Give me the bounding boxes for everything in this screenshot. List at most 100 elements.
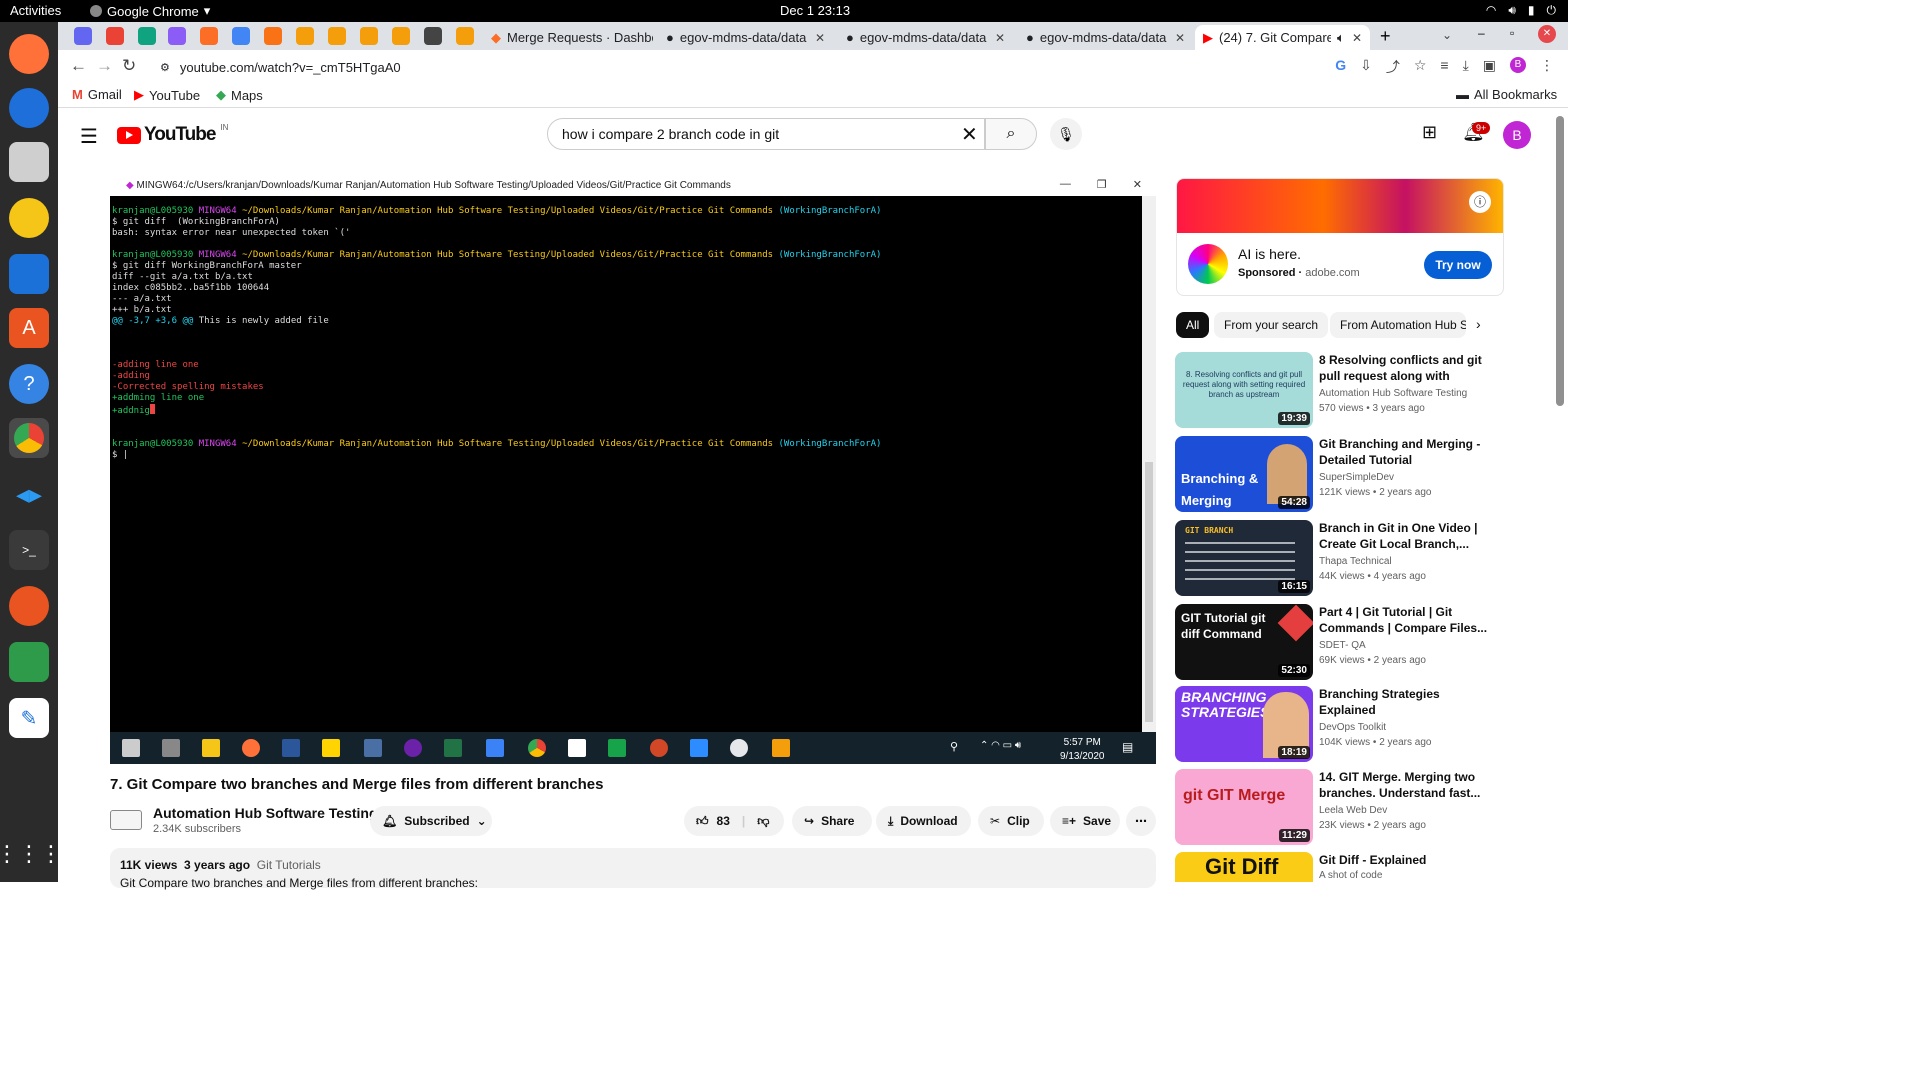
- recommendation-channel[interactable]: Leela Web Dev: [1319, 805, 1387, 816]
- download-button[interactable]: ⤓ Download: [876, 806, 971, 836]
- thunderbird-icon[interactable]: [9, 88, 49, 128]
- bookmark-youtube[interactable]: ▶ YouTube: [134, 87, 200, 103]
- downloads-icon[interactable]: ⤓: [1463, 57, 1469, 77]
- tab-search-icon[interactable]: ⌄: [1442, 28, 1452, 42]
- calc-icon[interactable]: [9, 642, 49, 682]
- app-grid-icon[interactable]: ⋮⋮⋮: [0, 834, 62, 874]
- chevron-right-icon[interactable]: ›: [1476, 316, 1481, 332]
- bookmark-star-icon[interactable]: ☆: [1414, 57, 1427, 77]
- speaker-icon[interactable]: 🔈︎: [1337, 30, 1345, 46]
- dislike-button[interactable]: 👎︎: [757, 814, 769, 829]
- close-icon[interactable]: ✕: [1175, 31, 1185, 45]
- create-icon[interactable]: ⊞: [1422, 122, 1437, 143]
- back-icon[interactable]: ←: [70, 56, 87, 76]
- chrome-dock-icon[interactable]: [9, 418, 49, 458]
- description-box[interactable]: 11K views 3 years ago Git Tutorials Git …: [110, 848, 1156, 890]
- video-player[interactable]: ◆ MINGW64:/c/Users/kranjan/Downloads/Kum…: [110, 176, 1156, 764]
- recommendation-item[interactable]: Git Diff Git Diff - Explained A shot of …: [1175, 852, 1505, 882]
- grid-tab-icon[interactable]: [296, 27, 314, 45]
- forward-icon[interactable]: →: [96, 56, 113, 76]
- recommendation-channel[interactable]: Thapa Technical: [1319, 556, 1392, 567]
- help-icon[interactable]: ?: [9, 364, 49, 404]
- new-tab-button[interactable]: +: [1380, 26, 1391, 47]
- grid-tab-icon[interactable]: [360, 27, 378, 45]
- gmail-tab-icon[interactable]: [106, 27, 124, 45]
- recommendation-item[interactable]: BRANCHING STRATEGIES 18:19 Branching Str…: [1175, 686, 1505, 762]
- grid-tab-icon[interactable]: [456, 27, 474, 45]
- profile-avatar[interactable]: B: [1510, 57, 1526, 73]
- share-button[interactable]: ↪ Share: [792, 806, 872, 836]
- more-actions-button[interactable]: ⋯: [1126, 806, 1156, 836]
- recommendation-item[interactable]: git GIT Merge 11:29 14. GIT Merge. Mergi…: [1175, 769, 1505, 845]
- search-input[interactable]: how i compare 2 branch code in git: [547, 118, 985, 150]
- reload-icon[interactable]: ↻: [122, 56, 136, 76]
- info-icon[interactable]: ⓘ: [1469, 191, 1491, 213]
- close-window-icon[interactable]: ✕: [1538, 25, 1556, 43]
- recommendation-title[interactable]: 14. GIT Merge. Merging two branches. Und…: [1319, 769, 1499, 801]
- video-thumbnail[interactable]: Git Diff: [1175, 852, 1313, 882]
- menu-icon[interactable]: ☰: [80, 124, 98, 149]
- channel-name[interactable]: Automation Hub Software Testing: [153, 805, 378, 821]
- like-button[interactable]: 👍︎ 83: [696, 814, 730, 829]
- clear-search-icon[interactable]: ✕: [961, 122, 978, 147]
- account-avatar[interactable]: B: [1503, 121, 1531, 149]
- tab-egov-1[interactable]: ● egov-mdms-data/data ✕: [658, 25, 833, 50]
- pinned-tab-icon[interactable]: [74, 27, 92, 45]
- vscode-icon[interactable]: ◂▸: [9, 474, 49, 514]
- grid-tab-icon[interactable]: [328, 27, 346, 45]
- recommendation-title[interactable]: Part 4 | Git Tutorial | Git Commands | C…: [1319, 604, 1499, 636]
- tab-youtube-active[interactable]: ▶ (24) 7. Git Compare two branches 🔈︎ ✕: [1195, 25, 1370, 50]
- software-center-icon[interactable]: A: [9, 308, 49, 348]
- site-info-icon[interactable]: ⚙: [160, 61, 170, 74]
- recommendation-title[interactable]: 8 Resolving conflicts and git pull reque…: [1319, 352, 1499, 384]
- video-thumbnail[interactable]: BRANCHING STRATEGIES 18:19: [1175, 686, 1313, 762]
- restore-icon[interactable]: ▫: [1510, 26, 1514, 40]
- tab-merge-requests[interactable]: ◆ Merge Requests · Dashboard ✕: [483, 25, 653, 50]
- orange-tab-icon[interactable]: [264, 27, 282, 45]
- recommendation-item[interactable]: Branching & Merging 54:28 Git Branching …: [1175, 436, 1505, 512]
- rhythmbox-icon[interactable]: [9, 198, 49, 238]
- recommendation-channel[interactable]: DevOps Toolkit: [1319, 722, 1386, 733]
- youtube-logo[interactable]: YouTube IN: [117, 123, 228, 146]
- install-icon[interactable]: ⇩: [1360, 57, 1372, 77]
- chatgpt-tab-icon[interactable]: [138, 27, 156, 45]
- pen-tool-icon[interactable]: [9, 586, 49, 626]
- page-scrollbar[interactable]: [1556, 116, 1564, 406]
- gitlab-tab-icon[interactable]: [200, 27, 218, 45]
- chip-from-channel[interactable]: From Automation Hub Software Testing: [1330, 312, 1466, 338]
- recommendation-item[interactable]: 8. Resolving conflicts and git pull requ…: [1175, 352, 1505, 428]
- address-bar[interactable]: ⚙ youtube.com/watch?v=_cmT5HTgaA0: [148, 54, 1458, 80]
- terminal-icon[interactable]: >_: [9, 530, 49, 570]
- recommendation-channel[interactable]: A shot of code: [1319, 870, 1382, 881]
- close-icon[interactable]: ✕: [1352, 31, 1362, 45]
- writer-icon[interactable]: [9, 254, 49, 294]
- system-tray[interactable]: ◠ 🔊︎ ▮ ⏻: [1486, 3, 1556, 18]
- clip-button[interactable]: ✂ Clip: [978, 806, 1044, 836]
- share-icon[interactable]: ⤴: [1386, 57, 1400, 77]
- activities-button[interactable]: Activities: [10, 3, 61, 18]
- search-button[interactable]: ⌕: [985, 118, 1037, 150]
- minimize-icon[interactable]: –: [1478, 26, 1485, 40]
- try-now-button[interactable]: Try now: [1424, 251, 1492, 279]
- recommendation-item[interactable]: GIT BRANCH 16:15 Branch in Git in One Vi…: [1175, 520, 1505, 596]
- firefox-icon[interactable]: [9, 34, 49, 74]
- tab-egov-2[interactable]: ● egov-mdms-data/data ✕: [838, 25, 1013, 50]
- bookmark-gmail[interactable]: M Gmail: [72, 87, 122, 102]
- chip-from-your-search[interactable]: From your search: [1214, 312, 1329, 338]
- recommendation-item[interactable]: GIT Tutorial git diff Command 52:30 Part…: [1175, 604, 1505, 680]
- all-bookmarks[interactable]: ▬ All Bookmarks: [1456, 87, 1557, 102]
- link-tab-icon[interactable]: [232, 27, 250, 45]
- video-thumbnail[interactable]: Branching & Merging 54:28: [1175, 436, 1313, 512]
- recommendation-title[interactable]: Git Diff - Explained: [1319, 852, 1499, 868]
- video-thumbnail[interactable]: git GIT Merge 11:29: [1175, 769, 1313, 845]
- description-tag[interactable]: Git Tutorials: [257, 858, 321, 872]
- recommendation-channel[interactable]: SuperSimpleDev: [1319, 472, 1394, 483]
- close-icon[interactable]: ✕: [995, 31, 1005, 45]
- save-button[interactable]: ≡+ Save: [1050, 806, 1120, 836]
- reading-list-icon[interactable]: ≡: [1440, 57, 1448, 77]
- grid-tab-icon[interactable]: [392, 27, 410, 45]
- tab-egov-3[interactable]: ● egov-mdms-data/data ✕: [1018, 25, 1193, 50]
- recommendation-title[interactable]: Branching Strategies Explained: [1319, 686, 1499, 718]
- menu-icon[interactable]: ⋮: [1540, 57, 1554, 77]
- recommendation-title[interactable]: Git Branching and Merging - Detailed Tut…: [1319, 436, 1499, 468]
